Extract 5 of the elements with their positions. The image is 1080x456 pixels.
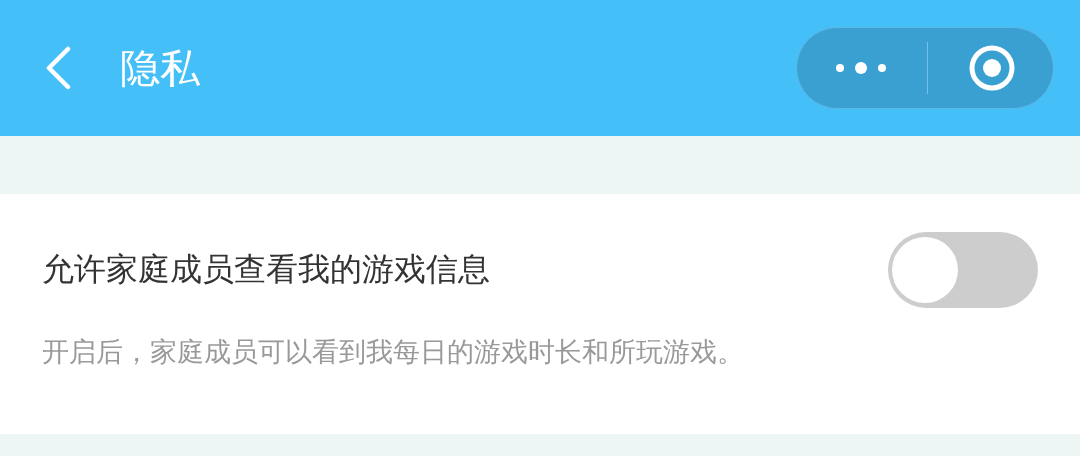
setting-label: 允许家庭成员查看我的游戏信息: [42, 249, 490, 290]
setting-description: 开启后，家庭成员可以看到我每日的游戏时长和所玩游戏。: [42, 335, 745, 369]
back-icon[interactable]: [44, 46, 72, 90]
more-icon[interactable]: [835, 61, 887, 75]
page-title: 隐私: [120, 43, 201, 93]
